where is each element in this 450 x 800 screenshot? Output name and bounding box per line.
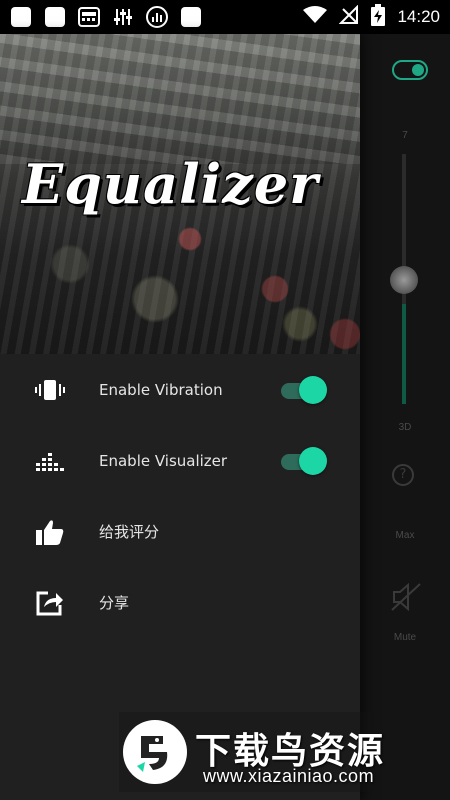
equalizer-power-toggle[interactable]: [392, 60, 428, 80]
navigation-drawer: Equalizer Enable Vibration Enable Visual…: [0, 34, 360, 800]
band-slider-knob[interactable]: [390, 266, 418, 294]
watermark-url: www.xiazainiao.com: [203, 766, 375, 786]
notification-square-icon: [10, 6, 32, 28]
menu-item-vibration[interactable]: Enable Vibration: [0, 354, 360, 425]
watermark-overlay: 下载鸟资源 www.xiazainiao.com: [119, 712, 431, 792]
help-icon[interactable]: ?: [392, 464, 414, 486]
equalizer-sliders-icon: [112, 6, 134, 28]
vibration-icon: [35, 375, 65, 405]
vibration-toggle[interactable]: [281, 375, 327, 404]
thumbs-up-icon: [35, 517, 65, 547]
mute-speaker-icon[interactable]: [390, 582, 422, 616]
equalizer-background-panel: 7 3D ? Max Mute: [360, 34, 450, 800]
radio-app-icon: [78, 6, 100, 28]
band-value-label: 7: [402, 130, 408, 141]
menu-item-visualizer[interactable]: Enable Visualizer: [0, 425, 360, 496]
menu-item-label: 分享: [99, 594, 130, 612]
share-icon: [35, 588, 65, 618]
band-3d-label: 3D: [398, 422, 412, 433]
notification-square-icon: [180, 6, 202, 28]
menu-item-label: Enable Visualizer: [99, 451, 228, 470]
app-logo-title: Equalizer: [22, 152, 319, 216]
menu-item-rate[interactable]: 给我评分: [0, 496, 360, 567]
status-bar: 14:20: [0, 0, 450, 34]
drawer-header-image: Equalizer: [0, 34, 360, 354]
visualizer-toggle[interactable]: [281, 446, 327, 475]
menu-item-share[interactable]: 分享: [0, 567, 360, 638]
status-time: 14:20: [397, 7, 440, 26]
bird-logo-icon: [123, 720, 187, 784]
max-label: Max: [395, 530, 415, 541]
notification-square-icon: [44, 6, 66, 28]
battery-charging-icon: [371, 4, 386, 30]
visualizer-bars-icon: [35, 446, 65, 476]
visualizer-dots-icon: [146, 6, 168, 28]
menu-item-label: 给我评分: [99, 523, 160, 541]
drawer-menu: Enable Vibration Enable Visualizer 给我评分: [0, 354, 360, 638]
menu-item-label: Enable Vibration: [99, 380, 223, 399]
mute-label: Mute: [393, 632, 417, 643]
no-signal-icon: [339, 4, 359, 29]
wifi-icon: [303, 6, 328, 28]
